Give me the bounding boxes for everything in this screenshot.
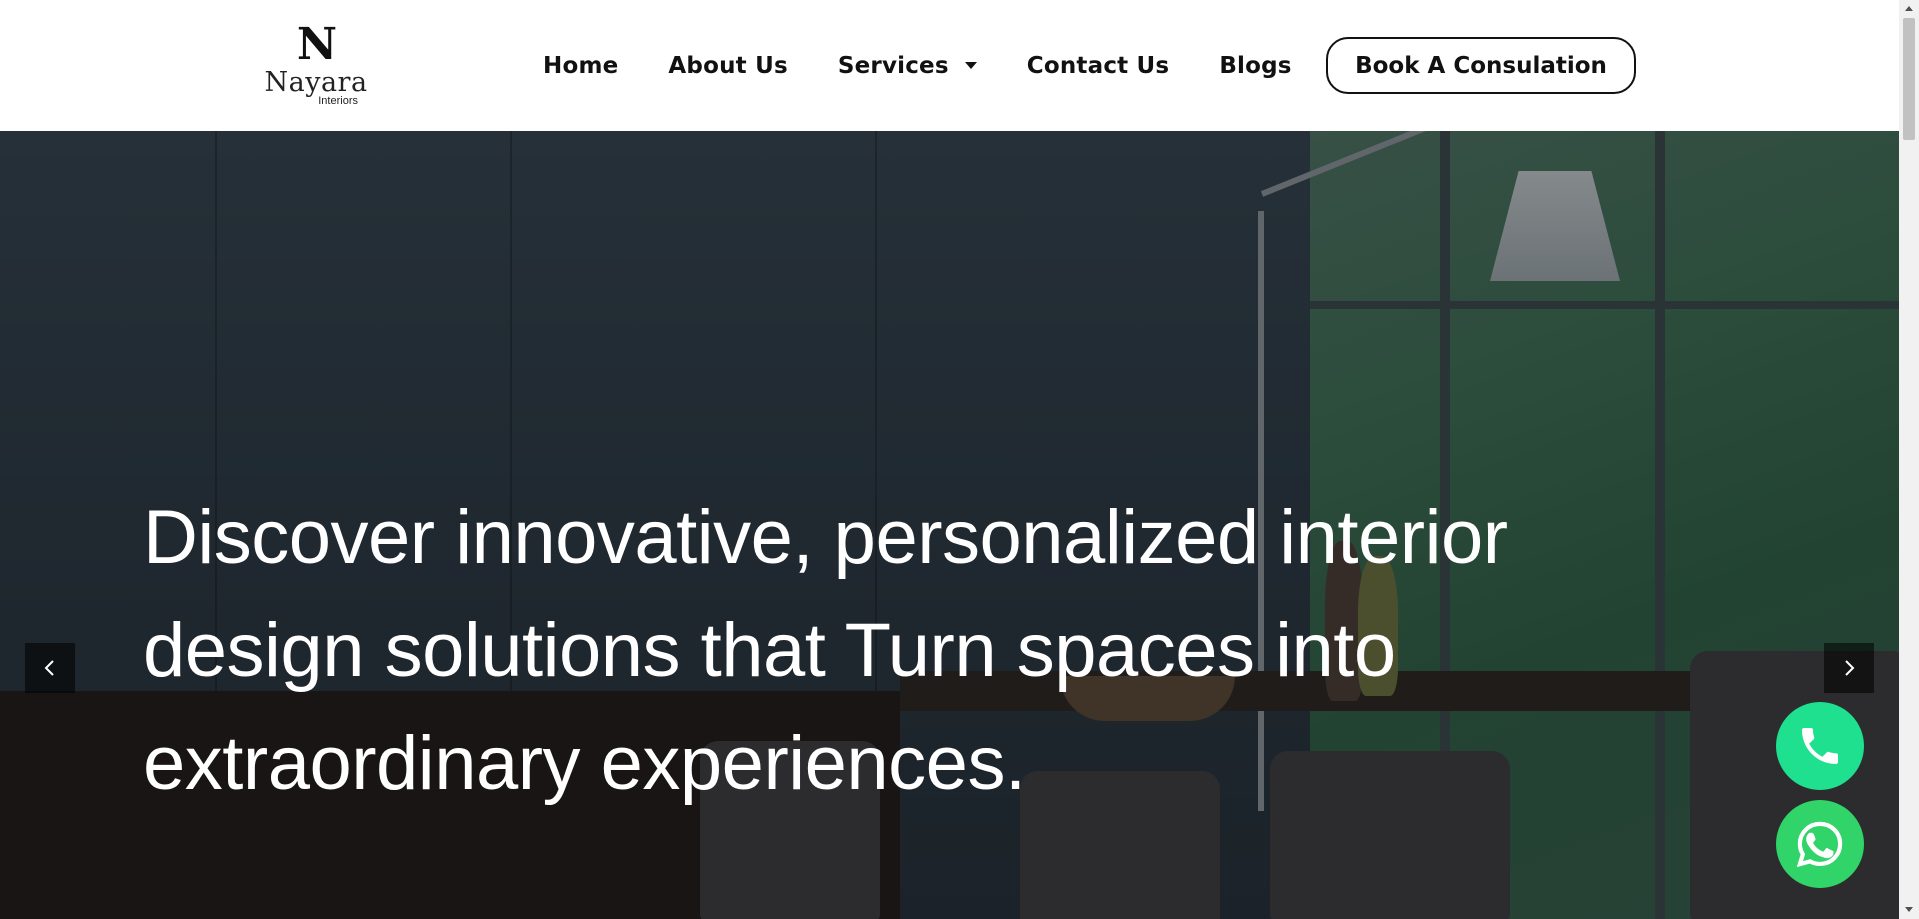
caret-down-icon — [964, 62, 977, 69]
nav-item-label: Contact Us — [1026, 52, 1170, 79]
nav-item-blogs[interactable]: Blogs — [1219, 53, 1291, 79]
nav-item-label: Home — [543, 52, 619, 79]
nav-item-label: Blogs — [1219, 52, 1292, 79]
nav-item-label: Services — [837, 52, 949, 79]
scrollbar-thumb[interactable] — [1903, 18, 1915, 140]
call-button[interactable] — [1776, 702, 1864, 790]
slider-prev-button[interactable] — [25, 643, 75, 693]
scroll-down-arrow-icon[interactable] — [1903, 903, 1915, 915]
whatsapp-button[interactable] — [1776, 800, 1864, 888]
whatsapp-icon — [1796, 821, 1843, 868]
book-consultation-button[interactable]: Book A Consulation — [1326, 37, 1636, 94]
nav-item-contact-us[interactable]: Contact Us — [1027, 53, 1170, 79]
slider-next-button[interactable] — [1824, 643, 1874, 693]
logo-mark: N — [296, 19, 337, 70]
nav-item-services[interactable]: Services — [838, 53, 977, 79]
hero-headline: Discover innovative, personalized interi… — [143, 495, 1508, 806]
hero-slider: Discover innovative, personalized interi… — [0, 131, 1899, 919]
logo-name: Nayara — [264, 67, 368, 98]
main-nav: Home About Us Services Contact Us Blogs — [543, 0, 1342, 131]
scroll-up-arrow-icon[interactable] — [1903, 3, 1915, 15]
chevron-right-icon — [1845, 660, 1855, 676]
site-header: N Nayara Interiors Home About Us Service… — [0, 0, 1899, 131]
nav-item-about-us[interactable]: About Us — [668, 53, 787, 79]
chevron-left-icon — [44, 660, 54, 676]
nav-item-label: About Us — [668, 52, 788, 79]
site-logo[interactable]: N Nayara Interiors — [264, 19, 367, 110]
logo-subtitle: Interiors — [318, 95, 358, 107]
nav-item-home[interactable]: Home — [543, 53, 618, 79]
phone-icon — [1802, 728, 1838, 764]
